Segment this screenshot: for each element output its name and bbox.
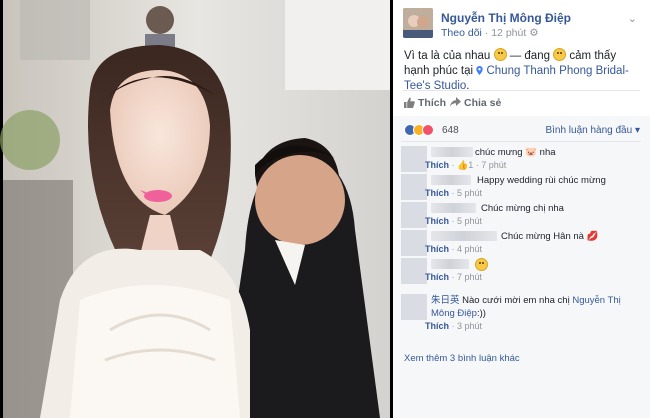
- comment-text: Happy wedding rùi chúc mừng: [477, 175, 606, 186]
- comment-like-link[interactable]: Thích: [425, 321, 449, 331]
- comment-text: 朱日英 Nào cưới mời em nha chị Nguyễn Thị M…: [431, 294, 641, 320]
- comment-like-count[interactable]: 1: [468, 160, 473, 170]
- chevron-down-icon[interactable]: ⌄: [628, 12, 637, 25]
- follow-link[interactable]: Theo dõi: [441, 27, 482, 39]
- comment-body: Chúc mừng Hân nà: [501, 231, 584, 242]
- post-text: Vì ta là của nhau — đang cảm thấy hạnh p…: [404, 48, 644, 94]
- commenter-avatar[interactable]: [401, 202, 427, 228]
- avatar-image: [403, 8, 433, 38]
- author-name[interactable]: Nguyễn Thị Mông Điệp: [441, 11, 571, 25]
- commenter-name[interactable]: [431, 259, 469, 269]
- comments-section: 648 Bình luận hàng đầu ▾ chúc mưng 🐷 nha…: [393, 116, 650, 418]
- commenter-avatar[interactable]: [401, 258, 427, 284]
- smiley-icon: [553, 48, 567, 61]
- status-text-1: Vì ta là của nhau: [404, 50, 491, 62]
- commenter-name[interactable]: 朱日英: [431, 295, 460, 306]
- comment-like-link[interactable]: Thích: [425, 216, 449, 226]
- comment-meta: Thích · 5 phút: [425, 188, 483, 198]
- comment-meta: Thích · 7 phút: [425, 272, 483, 282]
- commenter-name[interactable]: [431, 203, 476, 213]
- post-panel: Nguyễn Thị Mông Điệp Theo dõi · 12 phút …: [393, 0, 650, 418]
- comment-body: chúc mưng: [475, 147, 523, 158]
- comment-text: [475, 258, 488, 273]
- post-actions: Thích Chia sẻ: [404, 97, 644, 111]
- status-text-2: — đang: [509, 50, 550, 62]
- location-pin-icon: [476, 66, 483, 75]
- comment-meta: Thích · 👍1 · 7 phút: [425, 160, 507, 170]
- comment-like-link[interactable]: Thích: [425, 188, 449, 198]
- globe-icon: ⚙: [529, 27, 539, 39]
- comment-sort-dropdown[interactable]: Bình luận hàng đầu ▾: [545, 125, 640, 136]
- smiley-icon: [493, 48, 507, 61]
- commenter-avatar[interactable]: [401, 230, 427, 256]
- reactions-bar: 648 Bình luận hàng đầu ▾: [404, 124, 640, 138]
- love-reaction-icon[interactable]: [422, 124, 434, 136]
- couple-selfie-image: [0, 0, 393, 418]
- comment-meta: Thích · 3 phút: [425, 321, 483, 331]
- comment-text: Chúc mừng Hân nà 💋: [501, 230, 598, 243]
- commenter-name[interactable]: [431, 231, 497, 241]
- comment-like-link[interactable]: Thích: [425, 244, 449, 254]
- commenter-name[interactable]: [431, 175, 471, 185]
- commenter-avatar[interactable]: [401, 294, 427, 320]
- kiss-emoji-icon: 💋: [586, 231, 599, 242]
- comment-time[interactable]: 4 phút: [457, 244, 482, 254]
- comment-time[interactable]: 5 phút: [457, 216, 482, 226]
- divider: [403, 90, 640, 91]
- like-button[interactable]: Thích: [404, 97, 446, 109]
- share-button[interactable]: Chia sẻ: [450, 97, 501, 109]
- comment-body: Nào cưới mời em nha chị: [462, 295, 570, 306]
- post-subline: Theo dõi · 12 phút ⚙: [441, 27, 539, 39]
- comment-end: :)): [476, 308, 486, 319]
- post-time[interactable]: 12 phút: [491, 27, 526, 39]
- sort-label: Bình luận hàng đầu: [545, 125, 633, 136]
- chevron-down-icon: ▾: [634, 125, 640, 136]
- comment-time[interactable]: 7 phút: [481, 160, 506, 170]
- comment-text: Chúc mừng chị nha: [481, 203, 564, 214]
- comment-meta: Thích · 5 phút: [425, 216, 483, 226]
- view-more-comments-link[interactable]: Xem thêm 3 bình luận khác: [404, 353, 520, 364]
- post-header: Nguyễn Thị Mông Điệp Theo dõi · 12 phút …: [403, 8, 643, 40]
- like-label: Thích: [418, 97, 446, 109]
- comment-time[interactable]: 3 phút: [457, 321, 482, 331]
- comment-text: chúc mưng 🐷 nha: [475, 147, 556, 158]
- thumbs-up-icon: [404, 97, 415, 108]
- post-photo[interactable]: [0, 0, 393, 418]
- comment-meta: Thích · 4 phút: [425, 244, 483, 254]
- comment-time[interactable]: 7 phút: [457, 272, 482, 282]
- divider: [401, 141, 641, 142]
- thumbs-up-icon: 👍: [457, 160, 469, 170]
- commenter-avatar[interactable]: [401, 146, 427, 172]
- comment-like-link[interactable]: Thích: [425, 272, 449, 282]
- smiley-icon: [475, 258, 488, 271]
- comment-like-link[interactable]: Thích: [425, 160, 449, 170]
- commenter-avatar[interactable]: [401, 174, 427, 200]
- pig-emoji-icon: 🐷: [525, 147, 538, 158]
- author-avatar[interactable]: [403, 8, 433, 38]
- comment-time[interactable]: 5 phút: [457, 188, 482, 198]
- commenter-name[interactable]: [431, 147, 473, 157]
- share-arrow-icon: [450, 97, 461, 107]
- share-label: Chia sẻ: [464, 97, 502, 109]
- reaction-count[interactable]: 648: [442, 125, 459, 136]
